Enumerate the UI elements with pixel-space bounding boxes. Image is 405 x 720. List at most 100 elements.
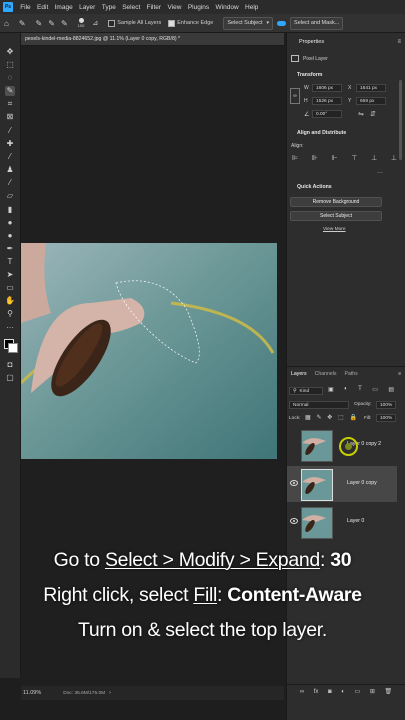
crop-tool-icon[interactable]: ⌗ [5, 99, 15, 109]
new-group-icon[interactable]: ▭ [355, 688, 361, 695]
select-subject-action-button[interactable]: Select Subject [290, 211, 382, 221]
more-tools-icon[interactable]: ··· [5, 323, 15, 333]
zoom-level[interactable]: 11.09% [23, 690, 41, 696]
artboard-tool-icon[interactable]: ⬚ [5, 60, 15, 70]
eraser-tool-icon[interactable]: ▱ [5, 191, 15, 201]
brush-tool-icon[interactable]: ⁄ [5, 152, 15, 162]
angle-field[interactable]: 0.00° [312, 110, 342, 118]
align-top-icon[interactable]: ⊤ [351, 154, 357, 162]
quick-selection-tool-icon[interactable]: ✎ [5, 86, 15, 96]
rectangle-tool-icon[interactable]: ▭ [5, 283, 15, 293]
visibility-eye-icon[interactable] [290, 480, 298, 486]
align-center-h-icon[interactable]: ⊪ [312, 154, 318, 162]
adjustment-filter-icon[interactable]: ◐ [344, 386, 348, 393]
layer-style-icon[interactable]: fx [314, 689, 319, 695]
home-icon[interactable]: ⌂ [4, 19, 9, 28]
link-dimensions-icon[interactable]: ∞ [290, 88, 300, 104]
subtract-selection-icon[interactable]: ✎ [61, 19, 68, 28]
add-selection-icon[interactable]: ✎ [48, 19, 55, 28]
visibility-eye-icon[interactable] [290, 518, 298, 524]
frame-tool-icon[interactable]: ⊠ [5, 112, 15, 122]
layer-row[interactable]: Layer 0 [287, 504, 397, 540]
menu-layer[interactable]: Layer [76, 4, 99, 11]
dodge-tool-icon[interactable]: ● [5, 231, 15, 241]
path-selection-tool-icon[interactable]: ➤ [5, 270, 15, 280]
lock-transparency-icon[interactable]: ▦ [305, 414, 311, 421]
lock-all-icon[interactable]: 🔒 [349, 414, 356, 421]
clone-stamp-tool-icon[interactable]: ♟ [5, 165, 15, 175]
tab-paths[interactable]: Paths [345, 371, 358, 377]
width-field[interactable]: 1606 px [312, 84, 342, 92]
filter-kind-select[interactable]: ⚲ Kind [289, 387, 323, 395]
more-options-icon[interactable]: ··· [377, 170, 383, 176]
smart-object-filter-icon[interactable]: ▤ [388, 386, 394, 393]
screen-mode-icon[interactable]: ▢ [5, 373, 15, 383]
menu-filter[interactable]: Filter [143, 4, 164, 11]
spot-healing-tool-icon[interactable]: ✚ [5, 139, 15, 149]
new-selection-icon[interactable]: ✎ [36, 19, 43, 28]
gradient-tool-icon[interactable]: ▮ [5, 205, 15, 215]
layers-panel-menu-icon[interactable]: ≡ [398, 371, 401, 377]
select-and-mask-button[interactable]: Select and Mask... [290, 16, 344, 30]
eyedropper-tool-icon[interactable]: ⁄ [5, 126, 15, 136]
toggle-icon[interactable] [277, 20, 287, 26]
type-filter-icon[interactable]: T [358, 386, 362, 393]
history-brush-tool-icon[interactable]: ⁄ [5, 178, 15, 188]
lasso-tool-icon[interactable]: ◌ [5, 73, 15, 83]
shape-filter-icon[interactable]: ▭ [372, 386, 378, 393]
quick-mask-icon[interactable]: ◘ [5, 360, 15, 370]
pen-tool-icon[interactable]: ✒ [5, 244, 15, 254]
align-right-icon[interactable]: ⊩ [332, 154, 338, 162]
blend-mode-select[interactable]: Normal [289, 401, 349, 409]
add-mask-icon[interactable]: ◙ [328, 689, 332, 695]
y-field[interactable]: 659 px [356, 97, 386, 105]
pixel-filter-icon[interactable]: ▣ [328, 386, 334, 393]
enhance-edge-checkbox[interactable]: Enhance Edge [168, 19, 213, 27]
link-layers-icon[interactable]: ∞ [300, 689, 304, 695]
type-tool-icon[interactable]: T [5, 257, 15, 267]
menu-plugins[interactable]: Plugins [185, 4, 213, 11]
menu-type[interactable]: Type [99, 4, 119, 11]
new-layer-icon[interactable]: ⊞ [370, 688, 375, 695]
move-tool-icon[interactable]: ✥ [5, 47, 15, 57]
properties-scrollbar[interactable] [399, 80, 402, 160]
sample-all-layers-checkbox[interactable]: Sample All Layers [108, 19, 161, 27]
menu-select[interactable]: Select [119, 4, 143, 11]
panel-menu-icon[interactable]: ≡ [397, 39, 401, 45]
menu-file[interactable]: File [17, 4, 34, 11]
menu-image[interactable]: Image [51, 4, 75, 11]
background-color-swatch[interactable] [8, 343, 18, 353]
height-field[interactable]: 1526 px [312, 97, 342, 105]
adjustment-layer-icon[interactable]: ◐ [341, 689, 345, 695]
flip-vertical-icon[interactable]: ⇵ [370, 110, 376, 118]
menu-window[interactable]: Window [212, 4, 242, 11]
brush-size-picker[interactable]: 100 [78, 18, 84, 28]
tab-channels[interactable]: Channels [315, 371, 337, 377]
view-more-link[interactable]: View More [323, 227, 346, 232]
opacity-field[interactable]: 100% [376, 401, 396, 409]
remove-background-button[interactable]: Remove Background [290, 197, 382, 207]
zoom-tool-icon[interactable]: ⚲ [5, 309, 15, 319]
fill-field[interactable]: 100% [376, 414, 396, 422]
tab-layers[interactable]: Layers [291, 371, 307, 377]
flip-horizontal-icon[interactable]: ⇋ [358, 110, 364, 118]
lock-position-icon[interactable]: ✥ [327, 414, 332, 421]
delete-layer-icon[interactable]: 🗑 [384, 688, 392, 695]
blur-tool-icon[interactable]: ● [5, 218, 15, 228]
lock-artboard-icon[interactable]: ⬚ [338, 414, 344, 421]
layer-row-selected[interactable]: Layer 0 copy [287, 466, 397, 502]
quick-selection-tool-icon[interactable]: ✎ [19, 19, 26, 28]
document-image[interactable] [21, 243, 277, 459]
align-left-icon[interactable]: ⊫ [292, 154, 298, 162]
align-bottom-icon[interactable]: ⊥ [391, 154, 397, 162]
select-subject-button[interactable]: Select Subject ▾ [223, 16, 274, 30]
tab-properties[interactable]: Properties [299, 39, 324, 45]
hand-tool-icon[interactable]: ✋ [5, 296, 15, 306]
menu-view[interactable]: View [164, 4, 184, 11]
brush-angle-icon[interactable]: ⊿ [92, 19, 98, 27]
menu-edit[interactable]: Edit [34, 4, 52, 11]
chevron-right-icon[interactable]: › [109, 690, 111, 696]
x-field[interactable]: 1641 px [356, 84, 386, 92]
document-tab[interactable]: pexels-kindel-media-8824652.jpg @ 11.1% … [21, 33, 284, 46]
lock-image-icon[interactable]: ✎ [316, 414, 321, 421]
